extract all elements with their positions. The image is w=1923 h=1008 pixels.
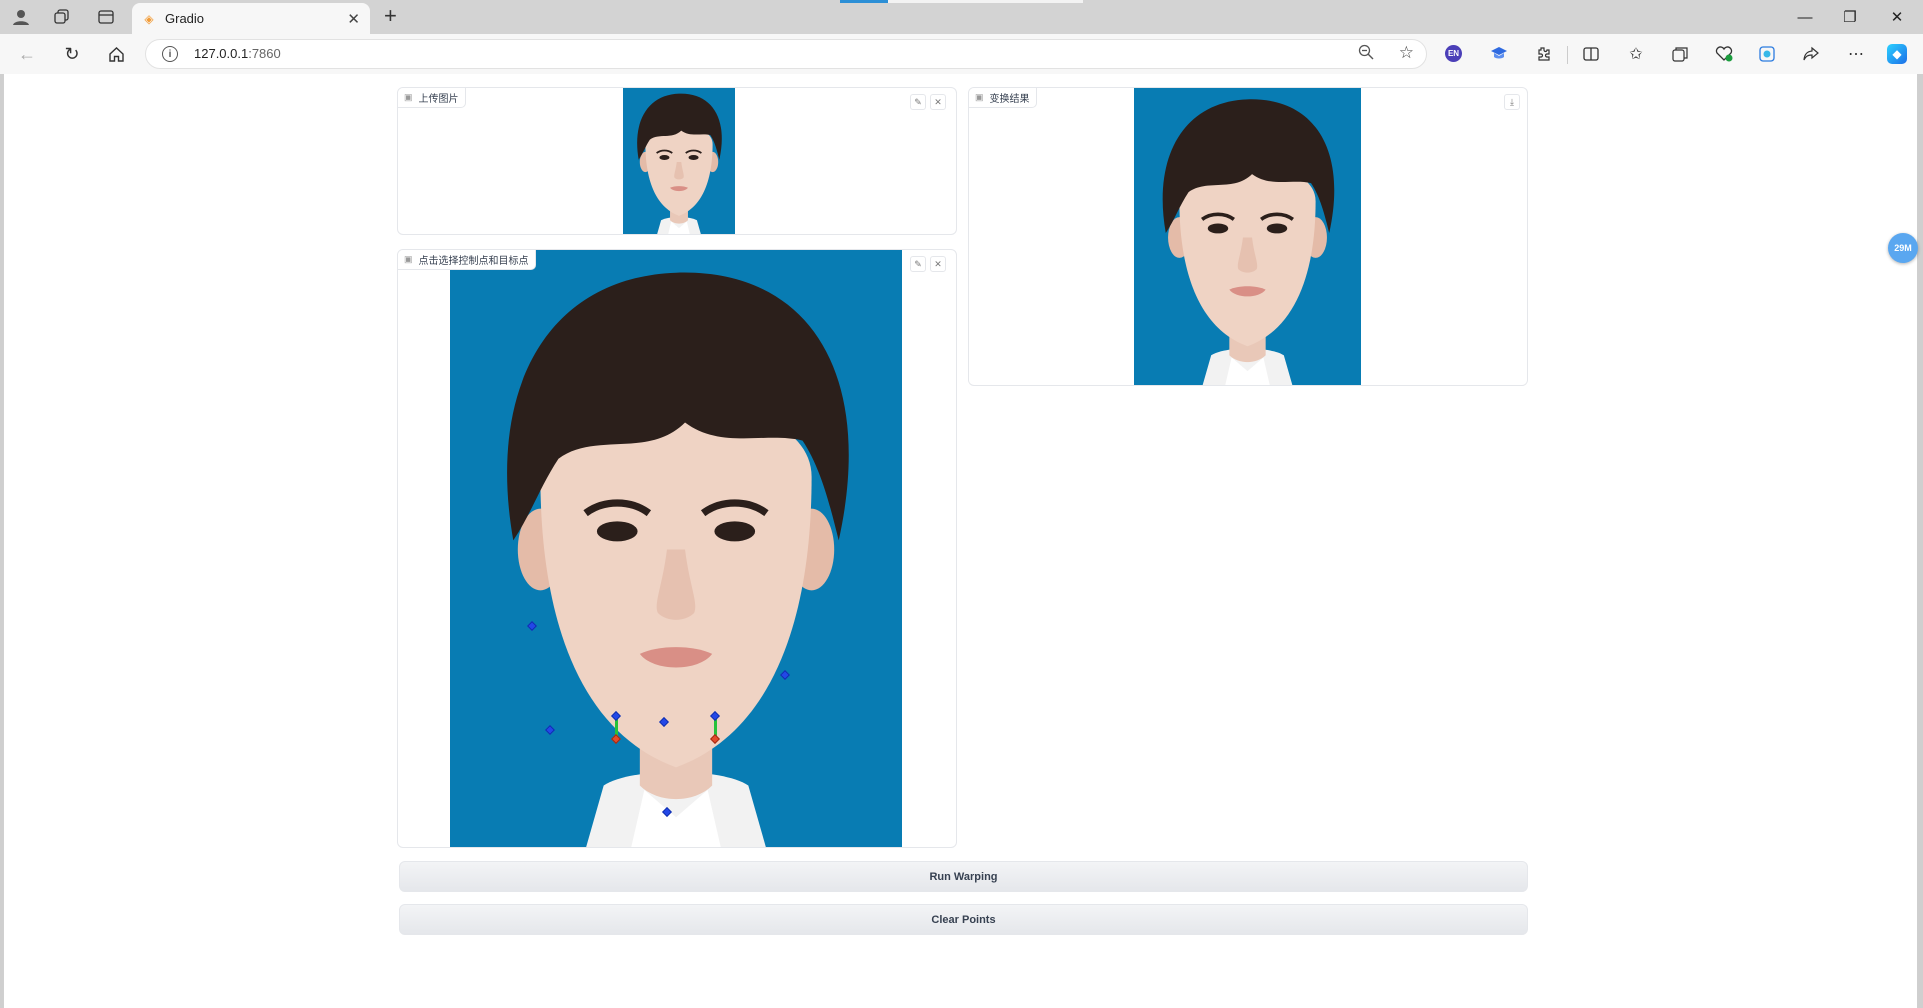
download-icon[interactable]: ⤓ — [1504, 94, 1520, 110]
toolbar-separator — [1567, 46, 1568, 64]
warped-result-image — [1134, 88, 1361, 385]
split-screen-icon[interactable] — [1580, 43, 1602, 65]
upload-panel-label-text: 上传图片 — [418, 94, 459, 105]
tab-title: Gradio — [165, 11, 205, 26]
clear-image-icon[interactable]: ✕ — [930, 94, 946, 110]
point-selection-canvas[interactable] — [450, 250, 902, 847]
info-icon[interactable]: i — [162, 46, 178, 62]
edit-icon[interactable]: ✎ — [910, 256, 926, 272]
tab-close-icon[interactable]: ✕ — [347, 10, 360, 28]
image-icon: ▣ — [404, 254, 413, 264]
clear-points-button[interactable]: Clear Points — [399, 904, 1528, 935]
url-port: :7860 — [248, 46, 281, 61]
result-image-panel: ▣ 变换结果 ⤓ — [968, 87, 1528, 386]
select-panel-label-text: 点击选择控制点和目标点 — [418, 256, 529, 267]
image-icon: ▣ — [404, 92, 413, 102]
gradio-favicon-icon: ◈ — [144, 11, 154, 26]
uploaded-portrait-image — [623, 88, 735, 234]
favorites-icon[interactable]: ✩ — [1625, 43, 1647, 65]
restore-icon[interactable]: ❐ — [1835, 5, 1865, 29]
browser-tab-gradio[interactable]: ◈ Gradio ✕ — [132, 3, 370, 34]
upload-image-panel[interactable]: ▣ 上传图片 ✎ ✕ — [397, 87, 957, 235]
back-icon[interactable]: ← — [15, 42, 39, 66]
result-panel-label-text: 变换结果 — [989, 94, 1030, 105]
point-selection-panel[interactable]: ▣ 点击选择控制点和目标点 ✎ ✕ — [397, 249, 957, 848]
refresh-icon[interactable]: ↻ — [60, 42, 84, 66]
url-host: 127.0.0.1 — [194, 46, 249, 61]
floating-badge[interactable]: 29M — [1888, 233, 1918, 263]
collections-icon[interactable] — [1669, 43, 1691, 65]
select-panel-label: ▣ 点击选择控制点和目标点 — [398, 250, 536, 270]
graduation-extension-icon[interactable] — [1488, 43, 1510, 65]
workspaces-icon[interactable] — [51, 6, 73, 28]
tab-actions-icon[interactable] — [95, 6, 117, 28]
upload-panel-label: ▣ 上传图片 — [398, 88, 466, 108]
page-viewport: 29M ▣ 上传图片 ✎ ✕ ▣ 变换结果 ⤓ ▣ 点击选择控制点和目标点 ✎ … — [3, 74, 1918, 1008]
result-panel-label: ▣ 变换结果 — [969, 88, 1037, 108]
tab-strip-accent — [840, 0, 888, 3]
window-close-icon[interactable]: ✕ — [1882, 5, 1912, 29]
language-extension-icon[interactable]: EN — [1445, 45, 1462, 62]
zoom-out-icon[interactable] — [1358, 44, 1374, 64]
url-text[interactable]: 127.0.0.1:7860 — [194, 46, 281, 61]
edge-bar-icon[interactable] — [1756, 43, 1778, 65]
profile-icon[interactable] — [10, 6, 32, 28]
browser-essentials-icon[interactable] — [1713, 43, 1735, 65]
favorite-star-icon[interactable]: ☆ — [1399, 43, 1414, 63]
edit-icon[interactable]: ✎ — [910, 94, 926, 110]
minimize-icon[interactable]: — — [1790, 5, 1820, 29]
run-warping-button[interactable]: Run Warping — [399, 861, 1528, 892]
browser-toolbar: ← ↻ i 127.0.0.1:7860 ☆ EN ✩ ⋯ ◆ — [0, 34, 1923, 74]
address-bar[interactable]: i 127.0.0.1:7860 ☆ — [145, 39, 1427, 69]
clear-image-icon[interactable]: ✕ — [930, 256, 946, 272]
home-icon[interactable] — [104, 42, 128, 66]
tab-strip: ◈ Gradio ✕ + — ❐ ✕ — [0, 0, 1923, 34]
more-icon[interactable]: ⋯ — [1845, 43, 1867, 65]
extensions-icon[interactable] — [1532, 43, 1554, 65]
share-icon[interactable] — [1800, 43, 1822, 65]
copilot-icon[interactable]: ◆ — [1887, 44, 1907, 64]
new-tab-button[interactable]: + — [384, 5, 397, 27]
image-icon: ▣ — [975, 92, 984, 102]
tab-strip-highlight — [888, 0, 1083, 3]
